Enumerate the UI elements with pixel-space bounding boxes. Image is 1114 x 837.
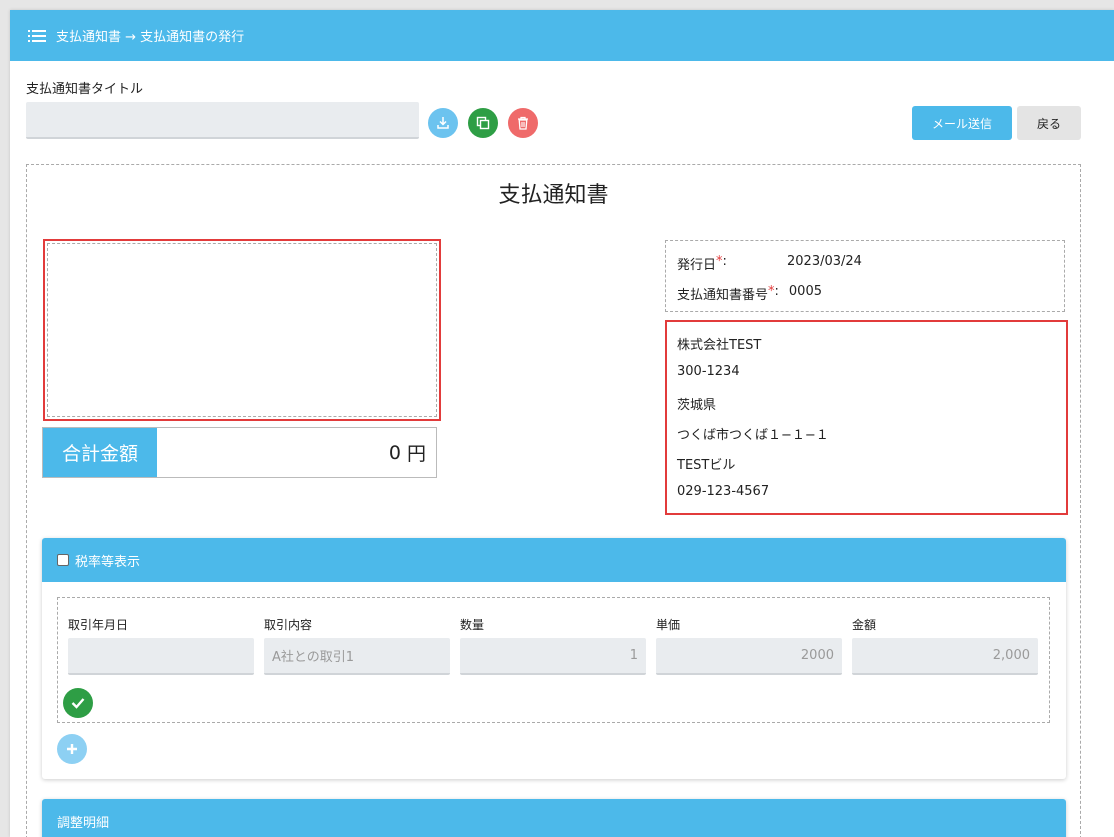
confirm-row-button[interactable] [63, 688, 93, 718]
adjustment-panel-header: 調整明細 [42, 799, 1066, 837]
items-panel: 税率等表示 取引年月日 取引内容 数量 単価 金額 A社との取引1 1 2000… [42, 538, 1066, 779]
company-info-box[interactable]: 株式会社TEST 300-1234 茨城県 つくば市つくば１−１−１ TESTビ… [665, 320, 1068, 515]
quantity-input[interactable]: 1 [460, 638, 646, 675]
notice-number-value[interactable]: 0005 [789, 284, 822, 303]
date-input[interactable] [68, 638, 254, 675]
add-row-button[interactable] [57, 734, 87, 764]
page-card: 支払通知書 → 支払通知書の発行 支払通知書タイトル メール送信 戻る 支払通知… [10, 10, 1114, 837]
breadcrumb: 支払通知書 → 支払通知書の発行 [56, 30, 245, 45]
adjustment-panel-title: 調整明細 [57, 815, 110, 831]
issue-date-value[interactable]: 2023/03/24 [787, 254, 862, 269]
total-label: 合計金額 [43, 428, 157, 477]
page-header: 支払通知書 → 支払通知書の発行 [10, 10, 1114, 61]
company-phone: 029-123-4567 [677, 484, 770, 499]
company-city: つくば市つくば１−１−１ [677, 428, 829, 443]
col-label-date: 取引年月日 [68, 618, 129, 632]
title-input[interactable] [26, 102, 419, 139]
delete-button[interactable] [508, 108, 538, 138]
items-panel-title: 税率等表示 [75, 554, 141, 570]
copy-icon [476, 116, 490, 130]
title-label: 支払通知書タイトル [26, 82, 144, 97]
plus-icon [67, 744, 77, 754]
items-panel-header: 税率等表示 [42, 538, 1066, 582]
notice-number-colon: : [774, 284, 779, 299]
list-icon [28, 29, 46, 42]
trash-icon [518, 116, 528, 130]
adjustment-panel: 調整明細 [42, 799, 1066, 837]
document-title: 支払通知書 [498, 183, 609, 208]
col-label-unit-price: 単価 [656, 618, 681, 632]
recipient-inner [47, 243, 437, 417]
company-postal: 300-1234 [677, 364, 740, 379]
copy-button[interactable] [468, 108, 498, 138]
total-value: 0 円 [157, 428, 436, 477]
company-building: TESTビル [677, 458, 736, 473]
check-icon [71, 698, 85, 709]
download-icon [437, 117, 449, 129]
total-unit: 円 [406, 443, 426, 465]
total-amount-box: 合計金額 0 円 [42, 427, 437, 478]
send-mail-button[interactable]: メール送信 [912, 106, 1012, 140]
tax-display-checkbox[interactable] [57, 554, 69, 566]
unit-price-input[interactable]: 2000 [656, 638, 842, 675]
back-button[interactable]: 戻る [1017, 106, 1081, 140]
company-prefecture: 茨城県 [677, 398, 717, 413]
amount-input[interactable]: 2,000 [852, 638, 1038, 675]
col-label-quantity: 数量 [460, 618, 485, 632]
notice-number-row: 支払通知書番号 * : 0005 [677, 284, 822, 303]
issue-date-colon: : [722, 254, 727, 269]
company-name: 株式会社TEST [677, 338, 762, 353]
recipient-box[interactable] [43, 239, 441, 421]
issue-date-label: 発行日 [677, 258, 717, 273]
issue-info-box: 発行日 * : 2023/03/24 支払通知書番号 * : 0005 [665, 240, 1065, 312]
download-button[interactable] [428, 108, 458, 138]
col-label-description: 取引内容 [264, 618, 313, 632]
item-row-frame: 取引年月日 取引内容 数量 単価 金額 A社との取引1 1 2000 2,000 [57, 597, 1050, 723]
description-input[interactable]: A社との取引1 [264, 638, 450, 675]
total-amount: 0 [388, 441, 401, 464]
notice-number-label: 支払通知書番号 [677, 288, 769, 303]
issue-date-row: 発行日 * : 2023/03/24 [677, 254, 862, 273]
document-preview: 支払通知書 合計金額 0 円 発行日 * : 2023/03/24 支払通知書番… [26, 164, 1081, 837]
col-label-amount: 金額 [852, 618, 877, 632]
